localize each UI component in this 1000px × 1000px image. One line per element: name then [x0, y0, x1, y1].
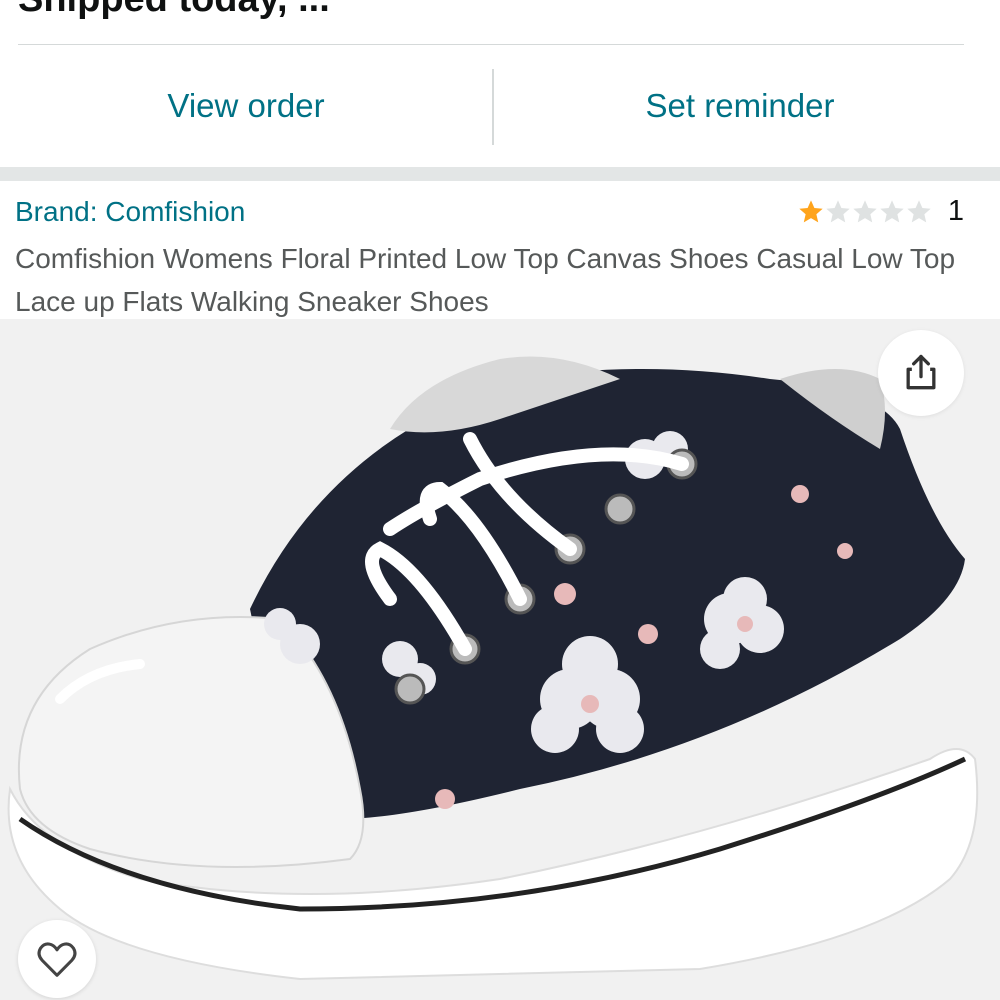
heart-outline-icon: [37, 942, 77, 977]
share-button[interactable]: [878, 330, 964, 416]
star-empty-icon: [907, 199, 931, 222]
star-empty-icon: [880, 199, 904, 222]
product-header: Brand: Comfishion 1 Comfishion Womens Fl…: [0, 181, 1000, 319]
star-filled-icon: [799, 199, 823, 222]
rating-summary[interactable]: 1: [797, 195, 964, 228]
product-image[interactable]: [0, 319, 1000, 1000]
product-title: Comfishion Womens Floral Printed Low Top…: [15, 243, 956, 317]
rating-count: 1: [947, 195, 964, 227]
star-empty-icon: [853, 199, 877, 222]
star-empty-icon: [826, 199, 850, 222]
order-action-row: View order Set reminder: [0, 45, 1000, 167]
brand-link[interactable]: Brand: Comfishion: [15, 196, 245, 228]
view-order-button[interactable]: View order: [0, 45, 492, 167]
order-status-heading: Shipped today, ...: [18, 0, 330, 21]
star-rating: [797, 198, 932, 226]
sneaker-illustration: [7, 356, 979, 981]
share-icon: [906, 354, 936, 390]
section-separator: [0, 167, 1000, 181]
set-reminder-button[interactable]: Set reminder: [494, 45, 986, 167]
add-to-wishlist-button[interactable]: [18, 920, 96, 998]
product-detail-screen: Shipped today, ... View order Set remind…: [0, 0, 1000, 1000]
